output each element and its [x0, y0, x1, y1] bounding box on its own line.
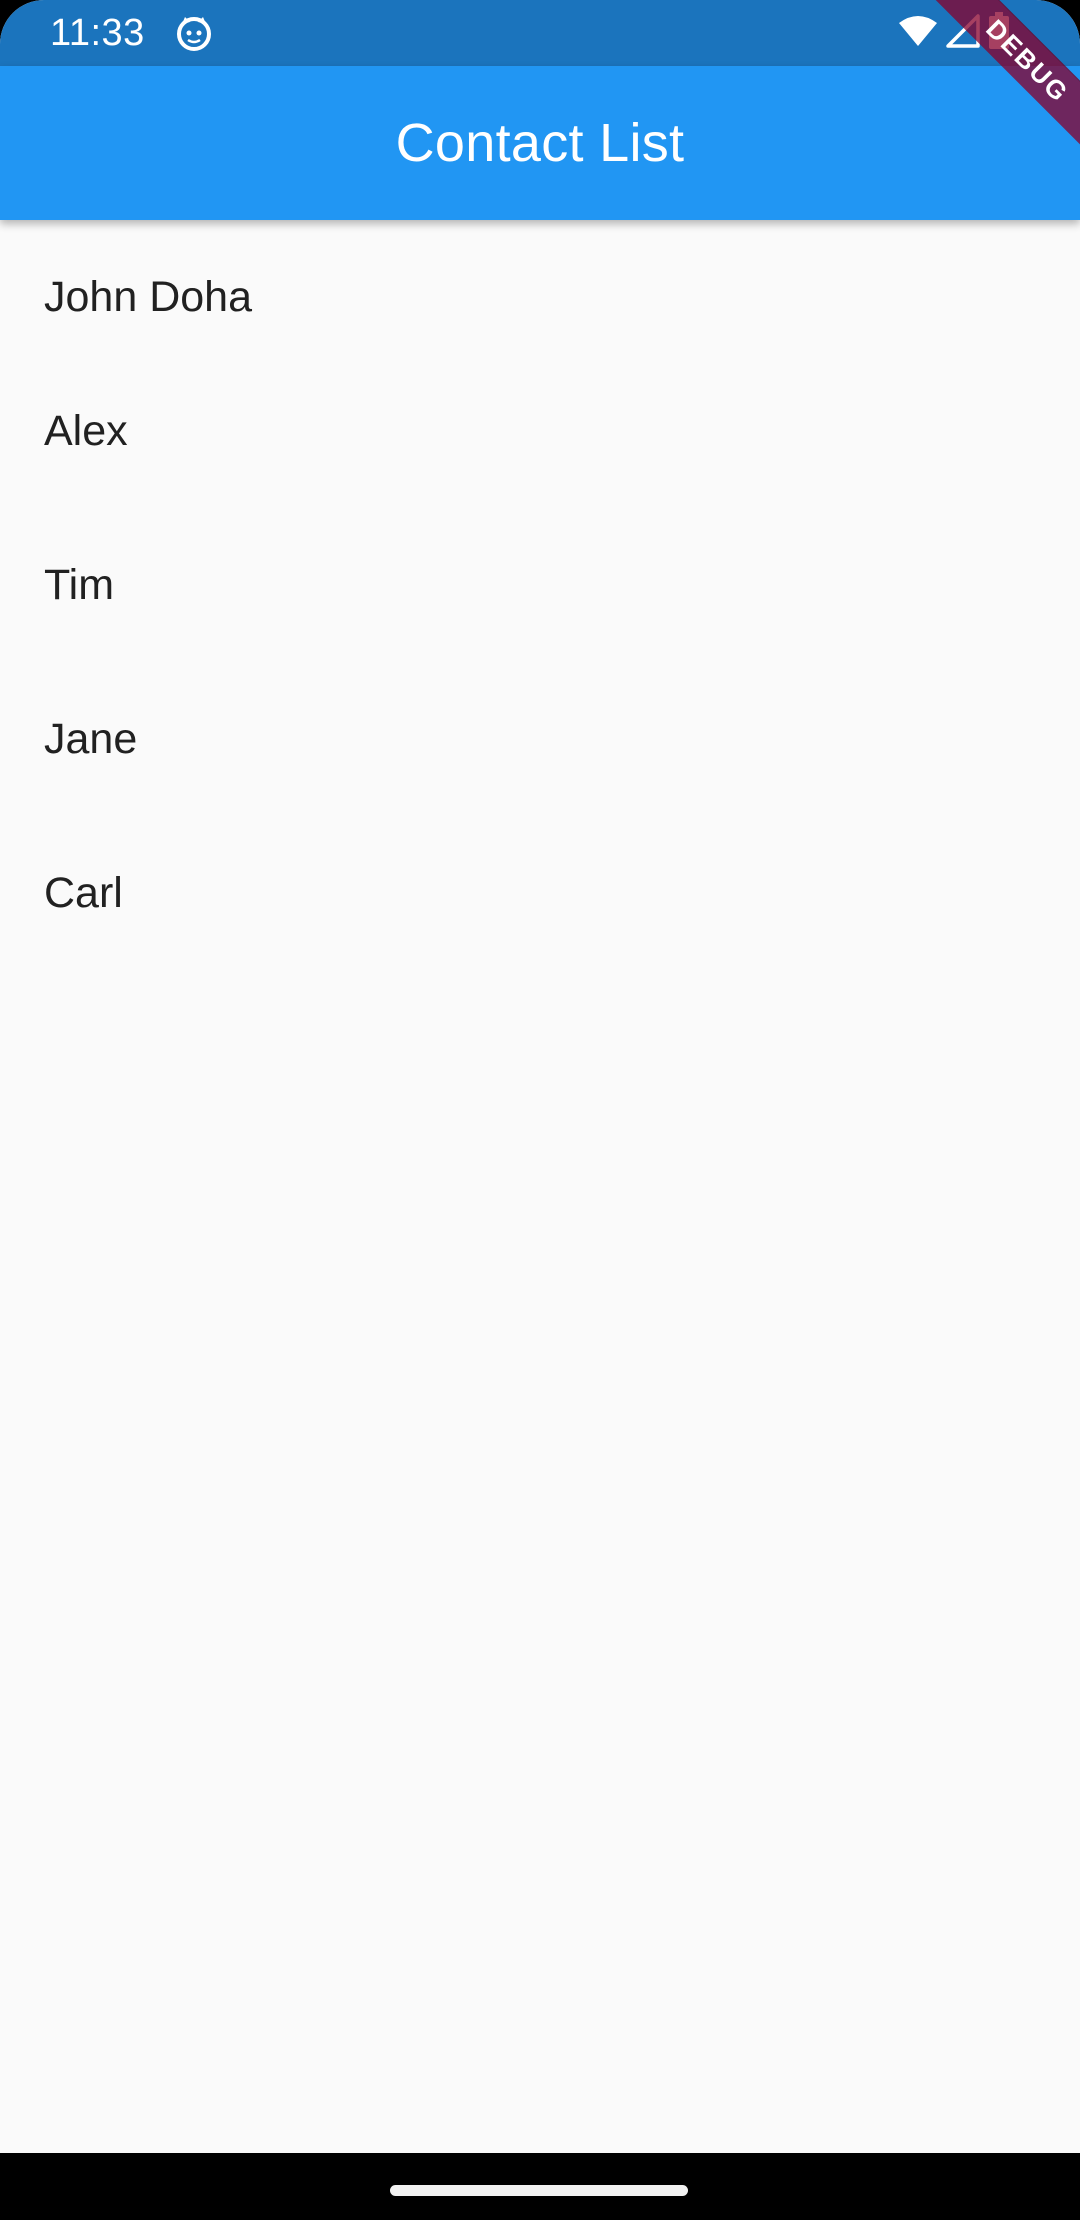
contact-list: John Doha Alex Tim Jane Carl	[0, 220, 1080, 970]
app-bar: Contact List	[0, 66, 1080, 220]
contact-item-jane[interactable]: Jane	[0, 662, 1080, 816]
status-time: 11:33	[50, 12, 145, 54]
contact-item-tim[interactable]: Tim	[0, 508, 1080, 662]
cat-face-icon	[175, 14, 213, 52]
status-icons	[898, 11, 1010, 55]
battery-icon	[988, 11, 1010, 55]
cell-signal-icon	[946, 13, 980, 53]
contact-item-carl[interactable]: Carl	[0, 816, 1080, 970]
status-bar: 11:33	[0, 0, 1080, 66]
home-gesture-handle[interactable]	[390, 2185, 688, 2196]
wifi-icon	[898, 15, 938, 52]
page-title: Contact List	[395, 113, 685, 173]
contact-item-alex[interactable]: Alex	[0, 354, 1080, 508]
contact-item-john-doha[interactable]: John Doha	[0, 220, 1080, 354]
navigation-bar	[0, 2153, 1080, 2220]
phone-screen: 11:33 Contact List DEBUG John Doha Alex …	[0, 0, 1080, 2220]
